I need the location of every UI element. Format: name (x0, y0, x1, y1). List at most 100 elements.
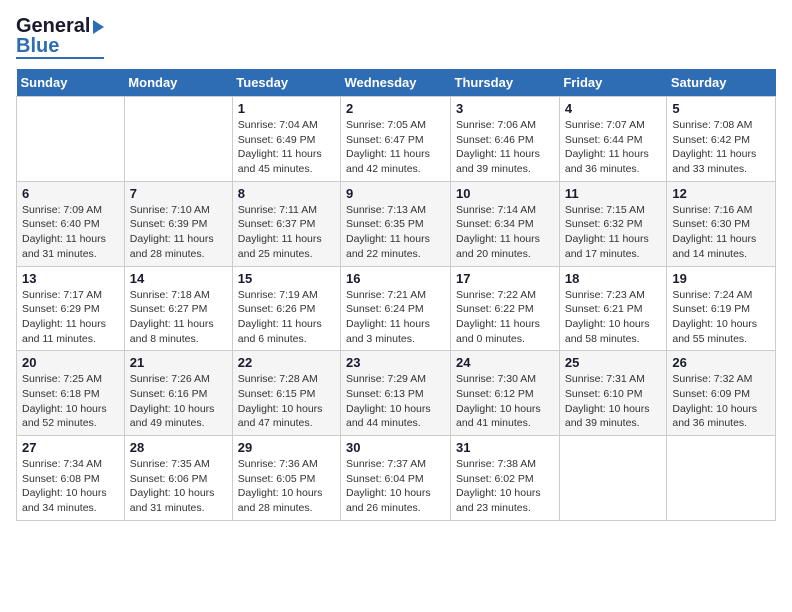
calendar-cell: 13 Sunrise: 7:17 AMSunset: 6:29 PMDayligh… (17, 266, 125, 351)
day-detail: Sunrise: 7:32 AMSunset: 6:09 PMDaylight:… (672, 372, 770, 431)
weekday-header-tuesday: Tuesday (232, 69, 340, 97)
day-number: 28 (130, 440, 227, 455)
calendar-cell: 16 Sunrise: 7:21 AMSunset: 6:24 PMDayligh… (341, 266, 451, 351)
day-detail: Sunrise: 7:24 AMSunset: 6:19 PMDaylight:… (672, 288, 770, 347)
day-detail: Sunrise: 7:07 AMSunset: 6:44 PMDaylight:… (565, 118, 662, 177)
day-detail: Sunrise: 7:35 AMSunset: 6:06 PMDaylight:… (130, 457, 227, 516)
calendar-cell: 4 Sunrise: 7:07 AMSunset: 6:44 PMDaylight… (559, 97, 667, 182)
weekday-header-thursday: Thursday (451, 69, 560, 97)
calendar-week-4: 20 Sunrise: 7:25 AMSunset: 6:18 PMDayligh… (17, 351, 776, 436)
calendar-cell: 28 Sunrise: 7:35 AMSunset: 6:06 PMDayligh… (124, 436, 232, 521)
day-detail: Sunrise: 7:04 AMSunset: 6:49 PMDaylight:… (238, 118, 335, 177)
day-detail: Sunrise: 7:13 AMSunset: 6:35 PMDaylight:… (346, 203, 445, 262)
weekday-header-saturday: Saturday (667, 69, 776, 97)
calendar-body: 1 Sunrise: 7:04 AMSunset: 6:49 PMDaylight… (17, 97, 776, 521)
day-detail: Sunrise: 7:06 AMSunset: 6:46 PMDaylight:… (456, 118, 554, 177)
day-detail: Sunrise: 7:37 AMSunset: 6:04 PMDaylight:… (346, 457, 445, 516)
day-detail: Sunrise: 7:08 AMSunset: 6:42 PMDaylight:… (672, 118, 770, 177)
day-number: 12 (672, 186, 770, 201)
day-number: 9 (346, 186, 445, 201)
weekday-header-row: SundayMondayTuesdayWednesdayThursdayFrid… (17, 69, 776, 97)
day-detail: Sunrise: 7:16 AMSunset: 6:30 PMDaylight:… (672, 203, 770, 262)
day-number: 19 (672, 271, 770, 286)
day-detail: Sunrise: 7:23 AMSunset: 6:21 PMDaylight:… (565, 288, 662, 347)
calendar-cell: 6Sunrise: 7:09 AMSunset: 6:40 PMDaylight… (17, 181, 125, 266)
day-number: 10 (456, 186, 554, 201)
day-number: 8 (238, 186, 335, 201)
day-number: 26 (672, 355, 770, 370)
calendar-cell: 19 Sunrise: 7:24 AMSunset: 6:19 PMDayligh… (667, 266, 776, 351)
calendar-cell: 5 Sunrise: 7:08 AMSunset: 6:42 PMDaylight… (667, 97, 776, 182)
calendar-cell: 8 Sunrise: 7:11 AMSunset: 6:37 PMDaylight… (232, 181, 340, 266)
day-detail: Sunrise: 7:26 AMSunset: 6:16 PMDaylight:… (130, 372, 227, 431)
day-detail: Sunrise: 7:10 AMSunset: 6:39 PMDaylight:… (130, 203, 227, 262)
calendar-cell: 17 Sunrise: 7:22 AMSunset: 6:22 PMDayligh… (451, 266, 560, 351)
logo-blue: Blue (16, 36, 59, 56)
day-detail: Sunrise: 7:30 AMSunset: 6:12 PMDaylight:… (456, 372, 554, 431)
calendar-table: SundayMondayTuesdayWednesdayThursdayFrid… (16, 69, 776, 521)
day-number: 5 (672, 101, 770, 116)
day-detail: Sunrise: 7:05 AMSunset: 6:47 PMDaylight:… (346, 118, 445, 177)
calendar-header: SundayMondayTuesdayWednesdayThursdayFrid… (17, 69, 776, 97)
calendar-cell: 25Sunrise: 7:31 AMSunset: 6:10 PMDayligh… (559, 351, 667, 436)
day-number: 15 (238, 271, 335, 286)
day-detail: Sunrise: 7:34 AMSunset: 6:08 PMDaylight:… (22, 457, 119, 516)
day-number: 13 (22, 271, 119, 286)
day-number: 14 (130, 271, 227, 286)
calendar-cell: 29 Sunrise: 7:36 AMSunset: 6:05 PMDayligh… (232, 436, 340, 521)
page-header: General Blue (16, 16, 776, 59)
logo: General Blue (16, 16, 104, 59)
day-number: 29 (238, 440, 335, 455)
day-detail: Sunrise: 7:17 AMSunset: 6:29 PMDaylight:… (22, 288, 119, 347)
day-number: 31 (456, 440, 554, 455)
day-detail: Sunrise: 7:29 AMSunset: 6:13 PMDaylight:… (346, 372, 445, 431)
day-number: 20 (22, 355, 119, 370)
day-number: 16 (346, 271, 445, 286)
calendar-cell (559, 436, 667, 521)
calendar-cell: 22Sunrise: 7:28 AMSunset: 6:15 PMDayligh… (232, 351, 340, 436)
calendar-cell: 11Sunrise: 7:15 AMSunset: 6:32 PMDayligh… (559, 181, 667, 266)
calendar-cell: 10 Sunrise: 7:14 AMSunset: 6:34 PMDayligh… (451, 181, 560, 266)
calendar-cell (667, 436, 776, 521)
day-detail: Sunrise: 7:38 AMSunset: 6:02 PMDaylight:… (456, 457, 554, 516)
calendar-cell: 30 Sunrise: 7:37 AMSunset: 6:04 PMDayligh… (341, 436, 451, 521)
day-number: 3 (456, 101, 554, 116)
day-detail: Sunrise: 7:11 AMSunset: 6:37 PMDaylight:… (238, 203, 335, 262)
day-number: 18 (565, 271, 662, 286)
day-number: 4 (565, 101, 662, 116)
calendar-week-5: 27Sunrise: 7:34 AMSunset: 6:08 PMDayligh… (17, 436, 776, 521)
weekday-header-sunday: Sunday (17, 69, 125, 97)
calendar-cell (17, 97, 125, 182)
weekday-header-wednesday: Wednesday (341, 69, 451, 97)
weekday-header-friday: Friday (559, 69, 667, 97)
day-detail: Sunrise: 7:31 AMSunset: 6:10 PMDaylight:… (565, 372, 662, 431)
calendar-cell: 27Sunrise: 7:34 AMSunset: 6:08 PMDayligh… (17, 436, 125, 521)
day-number: 24 (456, 355, 554, 370)
day-number: 11 (565, 186, 662, 201)
weekday-header-monday: Monday (124, 69, 232, 97)
day-number: 1 (238, 101, 335, 116)
day-detail: Sunrise: 7:36 AMSunset: 6:05 PMDaylight:… (238, 457, 335, 516)
day-number: 2 (346, 101, 445, 116)
calendar-cell: 31 Sunrise: 7:38 AMSunset: 6:02 PMDayligh… (451, 436, 560, 521)
day-detail: Sunrise: 7:14 AMSunset: 6:34 PMDaylight:… (456, 203, 554, 262)
calendar-cell: 3 Sunrise: 7:06 AMSunset: 6:46 PMDaylight… (451, 97, 560, 182)
day-number: 30 (346, 440, 445, 455)
calendar-week-1: 1 Sunrise: 7:04 AMSunset: 6:49 PMDaylight… (17, 97, 776, 182)
calendar-cell: 23Sunrise: 7:29 AMSunset: 6:13 PMDayligh… (341, 351, 451, 436)
day-detail: Sunrise: 7:21 AMSunset: 6:24 PMDaylight:… (346, 288, 445, 347)
calendar-cell: 14Sunrise: 7:18 AMSunset: 6:27 PMDayligh… (124, 266, 232, 351)
calendar-cell (124, 97, 232, 182)
day-detail: Sunrise: 7:09 AMSunset: 6:40 PMDaylight:… (22, 203, 119, 262)
day-number: 21 (130, 355, 227, 370)
day-detail: Sunrise: 7:25 AMSunset: 6:18 PMDaylight:… (22, 372, 119, 431)
day-detail: Sunrise: 7:22 AMSunset: 6:22 PMDaylight:… (456, 288, 554, 347)
calendar-cell: 20 Sunrise: 7:25 AMSunset: 6:18 PMDayligh… (17, 351, 125, 436)
day-number: 22 (238, 355, 335, 370)
calendar-cell: 18 Sunrise: 7:23 AMSunset: 6:21 PMDayligh… (559, 266, 667, 351)
calendar-cell: 24 Sunrise: 7:30 AMSunset: 6:12 PMDayligh… (451, 351, 560, 436)
calendar-cell: 15Sunrise: 7:19 AMSunset: 6:26 PMDayligh… (232, 266, 340, 351)
calendar-cell: 1 Sunrise: 7:04 AMSunset: 6:49 PMDaylight… (232, 97, 340, 182)
day-number: 17 (456, 271, 554, 286)
calendar-week-2: 6Sunrise: 7:09 AMSunset: 6:40 PMDaylight… (17, 181, 776, 266)
